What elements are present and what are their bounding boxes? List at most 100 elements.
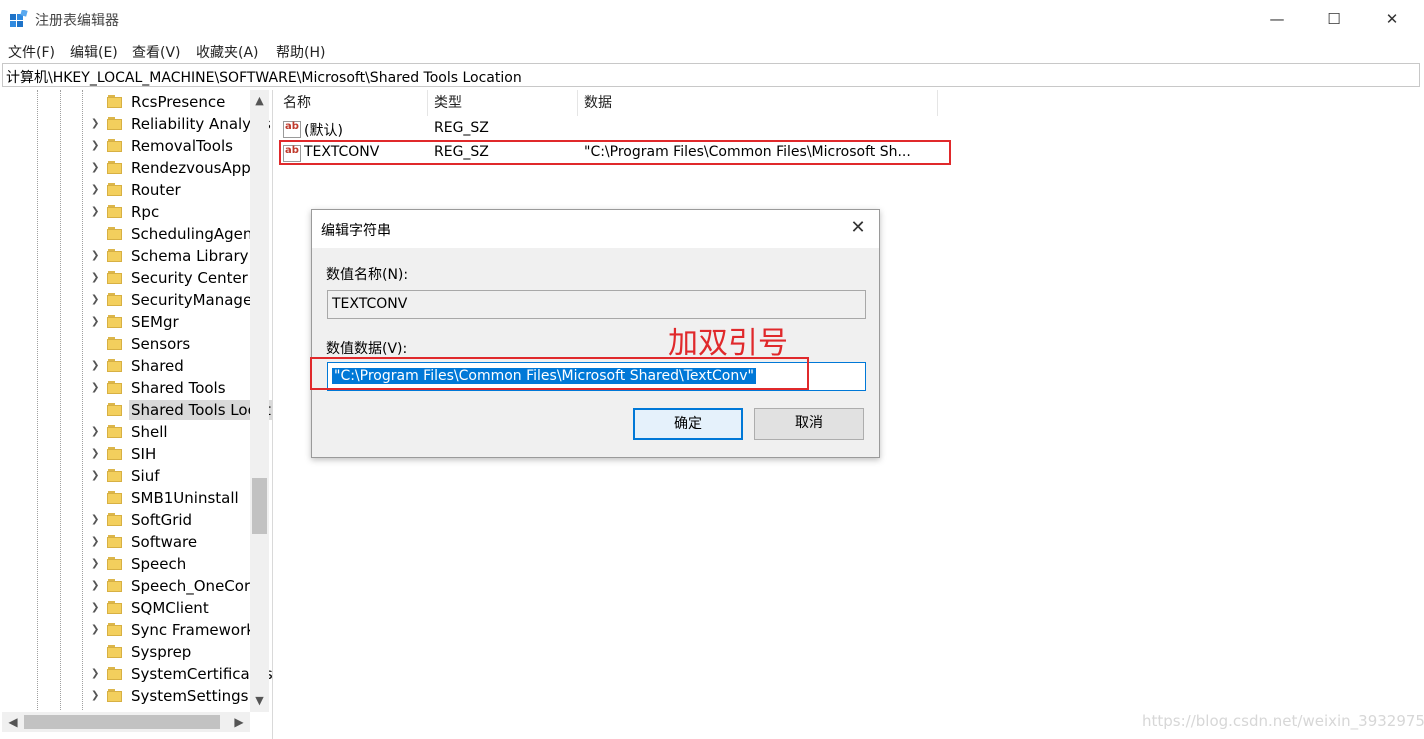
folder-icon bbox=[107, 491, 123, 504]
tree-item[interactable]: ❯ Siuf bbox=[2, 465, 249, 487]
chevron-right-icon[interactable]: ❯ bbox=[91, 557, 101, 571]
tree-item-label: SEMgr bbox=[131, 313, 179, 331]
folder-icon bbox=[107, 227, 123, 240]
chevron-right-icon[interactable]: ❯ bbox=[91, 689, 101, 703]
chevron-right-icon[interactable]: ❯ bbox=[91, 469, 101, 483]
tree-item[interactable]: ❯ Speech_OneCore bbox=[2, 575, 259, 597]
tree-item-label: Sysprep bbox=[131, 643, 192, 661]
tree-item[interactable]: ❯ SystemSettings bbox=[2, 685, 249, 707]
table-row[interactable]: ab (默认) REG_SZ bbox=[277, 117, 957, 141]
folder-icon bbox=[107, 425, 123, 438]
chevron-right-icon[interactable]: ❯ bbox=[91, 381, 101, 395]
chevron-right-icon[interactable]: ❯ bbox=[91, 579, 101, 593]
tree-item[interactable]: ❯ SecurityManager bbox=[2, 289, 258, 311]
tree-item[interactable]: ❯ Shell bbox=[2, 421, 249, 443]
tree-item-label: RemovalTools bbox=[131, 137, 233, 155]
folder-icon bbox=[107, 315, 123, 328]
tree-item[interactable]: ❯ Speech bbox=[2, 553, 249, 575]
scroll-down-icon[interactable]: ▼ bbox=[250, 690, 269, 712]
menu-favorites[interactable]: 收藏夹(A) bbox=[196, 42, 259, 62]
tree-item[interactable]: ❯ Schema Library bbox=[2, 245, 249, 267]
value-type: REG_SZ bbox=[434, 120, 489, 136]
tree-item[interactable]: SchedulingAgent bbox=[2, 223, 258, 245]
tree-item[interactable]: ❯ RemovalTools bbox=[2, 135, 249, 157]
chevron-right-icon[interactable]: ❯ bbox=[91, 315, 101, 329]
tree-vertical-scrollbar[interactable]: ▲ ▼ bbox=[250, 90, 269, 712]
tree-item[interactable]: ❯ Reliability Analysis bbox=[2, 113, 271, 135]
tree-item[interactable]: ❯ SQMClient bbox=[2, 597, 249, 619]
scroll-right-icon[interactable]: ▶ bbox=[230, 712, 248, 732]
folder-icon bbox=[107, 337, 123, 350]
scroll-thumb[interactable] bbox=[24, 715, 220, 729]
scroll-left-icon[interactable]: ◀ bbox=[4, 712, 22, 732]
tree-item[interactable]: ❯ SoftGrid bbox=[2, 509, 249, 531]
tree-item[interactable]: ❯ Software bbox=[2, 531, 249, 553]
chevron-right-icon[interactable]: ❯ bbox=[91, 359, 101, 373]
chevron-right-icon[interactable]: ❯ bbox=[91, 183, 101, 197]
chevron-right-icon[interactable]: ❯ bbox=[91, 161, 101, 175]
scroll-up-icon[interactable]: ▲ bbox=[250, 90, 269, 112]
value-name-label: 数值名称(N): bbox=[326, 267, 409, 283]
chevron-right-icon[interactable]: ❯ bbox=[91, 623, 101, 637]
folder-icon bbox=[107, 513, 123, 526]
value-data-label: 数值数据(V): bbox=[326, 341, 408, 357]
maximize-button[interactable]: ☐ bbox=[1305, 0, 1363, 38]
menu-help[interactable]: 帮助(H) bbox=[276, 42, 325, 62]
tree-item[interactable]: ❯ SIH bbox=[2, 443, 249, 465]
tree-item-label: Software bbox=[131, 533, 198, 551]
folder-icon bbox=[107, 139, 123, 152]
chevron-right-icon[interactable]: ❯ bbox=[91, 513, 101, 527]
chevron-right-icon[interactable]: ❯ bbox=[91, 667, 101, 681]
column-header-type[interactable]: 类型 bbox=[428, 90, 578, 116]
cancel-button[interactable]: 取消 bbox=[754, 408, 864, 440]
ok-button[interactable]: 确定 bbox=[633, 408, 743, 440]
tree-item[interactable]: ❯ Shared bbox=[2, 355, 249, 377]
tree-item[interactable]: ❯ SystemCertificates bbox=[2, 663, 272, 685]
column-header-data[interactable]: 数据 bbox=[578, 90, 938, 116]
tree-horizontal-scrollbar[interactable]: ◀ ▶ bbox=[2, 712, 250, 732]
chevron-right-icon[interactable]: ❯ bbox=[91, 601, 101, 615]
tree-item[interactable]: Sensors bbox=[2, 333, 249, 355]
tree-item[interactable]: ❯ Security Center bbox=[2, 267, 249, 289]
tree-item-label: Shared bbox=[131, 357, 184, 375]
menu-file[interactable]: 文件(F) bbox=[8, 42, 55, 62]
tree-item-label: Speech_OneCore bbox=[131, 577, 260, 595]
tree-item[interactable]: SMB1Uninstall bbox=[2, 487, 249, 509]
tree-item-label: SMB1Uninstall bbox=[131, 489, 239, 507]
chevron-right-icon[interactable]: ❯ bbox=[91, 271, 101, 285]
minimize-button[interactable]: — bbox=[1248, 0, 1306, 38]
menu-edit[interactable]: 编辑(E) bbox=[70, 42, 118, 62]
folder-icon bbox=[107, 359, 123, 372]
tree-item-label: Sensors bbox=[131, 335, 191, 353]
address-bar[interactable]: 计算机\HKEY_LOCAL_MACHINE\SOFTWARE\Microsof… bbox=[2, 63, 1420, 87]
tree-item[interactable]: Sysprep bbox=[2, 641, 249, 663]
folder-icon bbox=[107, 447, 123, 460]
tree-item[interactable]: RcsPresence bbox=[2, 91, 249, 113]
dialog-close-icon[interactable]: ✕ bbox=[847, 217, 869, 239]
scroll-thumb[interactable] bbox=[252, 478, 267, 534]
tree-item[interactable]: ❯ Router bbox=[2, 179, 249, 201]
menu-view[interactable]: 查看(V) bbox=[132, 42, 181, 62]
tree-item[interactable]: ❯ Sync Framework bbox=[2, 619, 255, 641]
chevron-right-icon[interactable]: ❯ bbox=[91, 117, 101, 131]
tree-item-label: Siuf bbox=[131, 467, 160, 485]
tree-item[interactable]: ❯ Rpc bbox=[2, 201, 249, 223]
chevron-right-icon[interactable]: ❯ bbox=[91, 447, 101, 461]
tree-item-label: Shared Tools bbox=[131, 379, 226, 397]
tree-item[interactable]: Shared Tools Location bbox=[2, 399, 272, 421]
string-value-icon: ab bbox=[283, 121, 301, 138]
chevron-right-icon[interactable]: ❯ bbox=[91, 425, 101, 439]
tree-item[interactable]: ❯ RendezvousApps bbox=[2, 157, 259, 179]
value-name: (默认) bbox=[304, 123, 343, 139]
chevron-right-icon[interactable]: ❯ bbox=[91, 293, 101, 307]
chevron-right-icon[interactable]: ❯ bbox=[91, 535, 101, 549]
chevron-right-icon[interactable]: ❯ bbox=[91, 205, 101, 219]
tree-item[interactable]: ❯ Shared Tools bbox=[2, 377, 249, 399]
chevron-right-icon[interactable]: ❯ bbox=[91, 139, 101, 153]
chevron-right-icon[interactable]: ❯ bbox=[91, 249, 101, 263]
window-titlebar: 注册表编辑器 — ☐ ✕ bbox=[0, 0, 1424, 38]
close-button[interactable]: ✕ bbox=[1363, 0, 1421, 38]
column-header-name[interactable]: 名称 bbox=[277, 90, 428, 116]
annotation-text: 加双引号 bbox=[668, 326, 788, 361]
tree-item[interactable]: ❯ SEMgr bbox=[2, 311, 249, 333]
